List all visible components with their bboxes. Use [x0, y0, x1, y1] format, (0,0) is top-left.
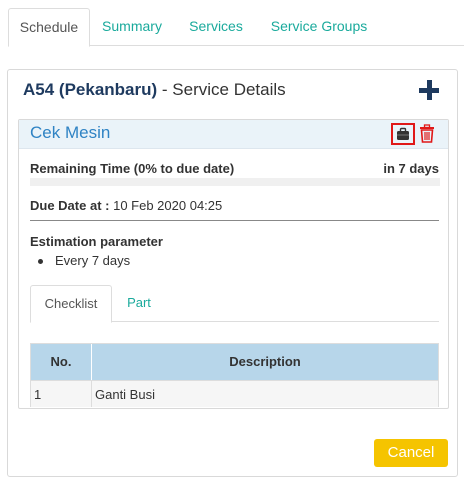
service-details-panel: A54 (Pekanbaru) - Service Details Cek Me…: [7, 69, 458, 477]
remaining-time-value: in 7 days: [383, 161, 439, 176]
tab-services[interactable]: Services: [180, 8, 252, 46]
briefcase-icon[interactable]: [391, 123, 415, 145]
service-card: Cek Mesin Remaining Time (0% to due date…: [18, 119, 449, 409]
cancel-button[interactable]: Cancel: [374, 439, 448, 467]
checklist-table: No. Description 1 Ganti Busi: [30, 343, 439, 407]
bullet-icon: [38, 259, 43, 264]
remaining-progress-bar: [30, 178, 440, 186]
due-date-row: Due Date at : 10 Feb 2020 04:25: [30, 198, 222, 213]
panel-title: A54 (Pekanbaru) - Service Details: [23, 80, 286, 100]
tab-service-groups[interactable]: Service Groups: [260, 8, 378, 46]
column-header-no: No.: [31, 344, 92, 380]
tab-summary[interactable]: Summary: [96, 8, 168, 46]
table-cell-no: 1: [31, 380, 92, 407]
estimation-label: Estimation parameter: [30, 234, 163, 249]
due-date-value: 10 Feb 2020 04:25: [113, 198, 223, 213]
remaining-time-label: Remaining Time (0% to due date): [30, 161, 235, 176]
plus-icon[interactable]: [419, 80, 439, 100]
tab-part[interactable]: Part: [118, 285, 160, 322]
service-subtabs: Checklist Part: [30, 285, 439, 323]
panel-title-suffix: - Service Details: [161, 80, 286, 99]
estimation-item: Every 7 days: [55, 253, 131, 268]
tab-checklist[interactable]: Checklist: [30, 285, 112, 323]
tab-schedule[interactable]: Schedule: [8, 8, 90, 47]
trash-icon[interactable]: [419, 124, 435, 144]
main-tabs: Schedule Summary Services Service Groups: [8, 8, 464, 47]
service-card-header: Cek Mesin: [19, 120, 448, 149]
vehicle-code: A54 (Pekanbaru): [23, 80, 158, 99]
due-date-label: Due Date at :: [30, 198, 110, 213]
divider: [30, 220, 439, 221]
table-cell-description: Ganti Busi: [92, 380, 438, 407]
column-header-description: Description: [92, 344, 438, 380]
service-name: Cek Mesin: [30, 123, 111, 142]
